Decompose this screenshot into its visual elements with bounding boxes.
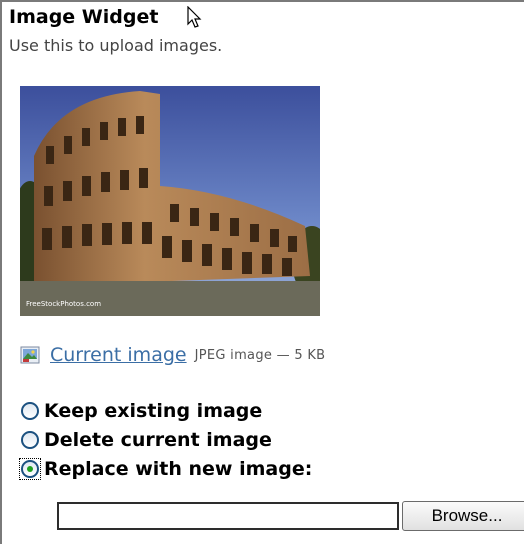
- panel-top-border: [0, 0, 524, 2]
- browse-button[interactable]: Browse...: [402, 501, 524, 531]
- image-file-icon: [20, 346, 40, 364]
- panel-left-border: [0, 0, 2, 544]
- current-file-row: Current image JPEG image — 5 KB: [20, 342, 325, 368]
- mouse-cursor-icon: [187, 6, 202, 28]
- file-path-input[interactable]: [57, 502, 399, 530]
- replace-radio[interactable]: [21, 460, 39, 478]
- keep-radio[interactable]: [21, 402, 39, 420]
- widget-description: Use this to upload images.: [9, 36, 223, 55]
- delete-radio[interactable]: [21, 431, 39, 449]
- current-image-link[interactable]: Current image: [50, 344, 187, 366]
- browse-button-wrapper: Browse...: [402, 498, 524, 534]
- option-delete-current[interactable]: Delete current image: [20, 427, 272, 453]
- photo-watermark: FreeStockPhotos.com: [26, 300, 101, 308]
- keep-label[interactable]: Keep existing image: [44, 399, 262, 423]
- replace-label[interactable]: Replace with new image:: [44, 457, 312, 481]
- file-meta: JPEG image — 5 KB: [194, 347, 326, 363]
- widget-title: Image Widget: [9, 6, 159, 28]
- option-replace-new[interactable]: Replace with new image:: [19, 456, 312, 482]
- option-keep-existing[interactable]: Keep existing image: [20, 398, 262, 424]
- image-preview: FreeStockPhotos.com: [20, 86, 320, 316]
- delete-label[interactable]: Delete current image: [44, 428, 272, 452]
